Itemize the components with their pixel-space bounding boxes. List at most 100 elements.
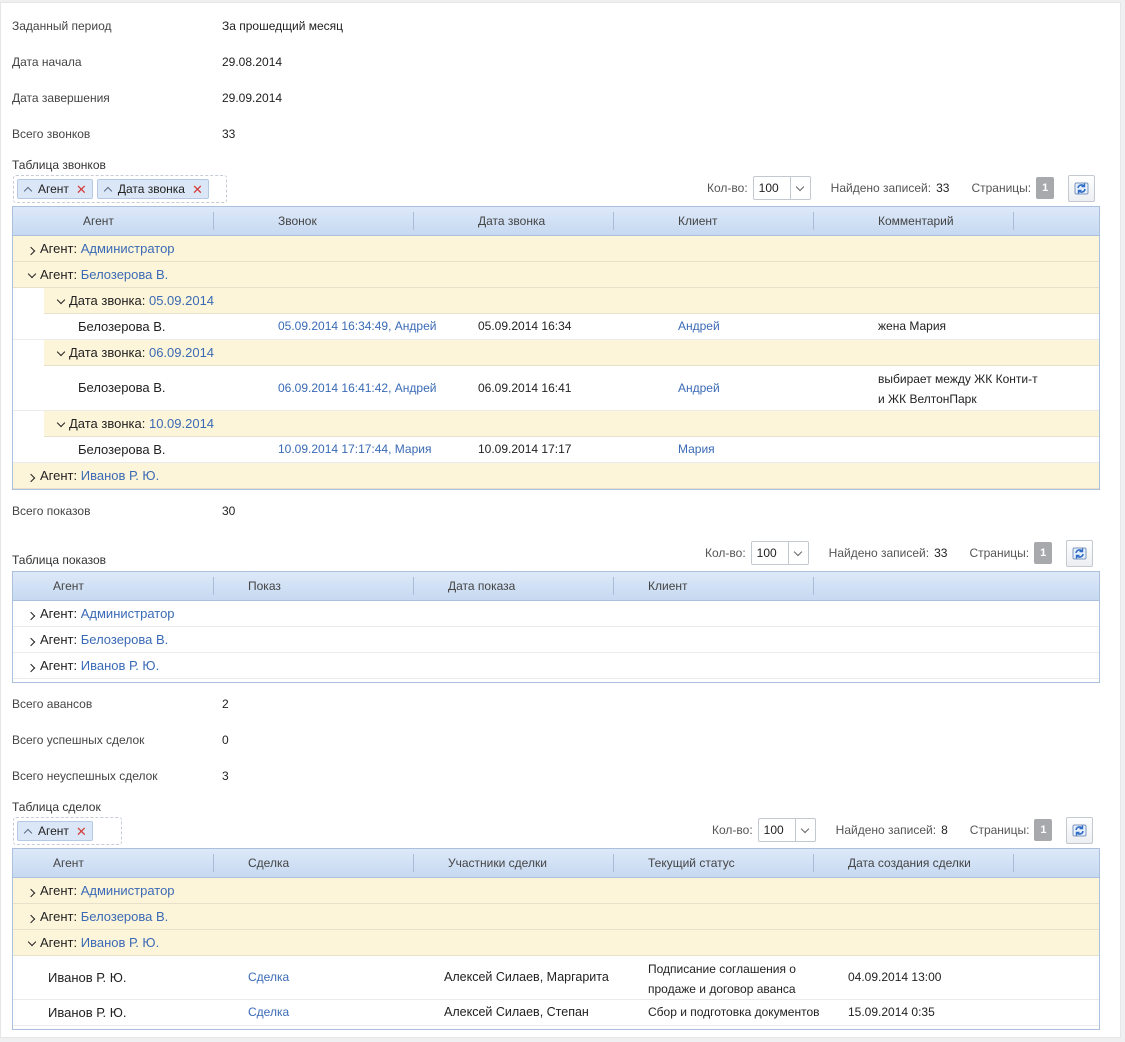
comment-cell: жена Мария xyxy=(878,319,947,333)
chevron-right-icon[interactable] xyxy=(27,470,37,484)
table-row[interactable]: Белозерова В. 05.09.2014 16:34:49, Андре… xyxy=(13,314,1099,340)
group-row[interactable]: Агент: Администратор xyxy=(13,601,1099,627)
pages-label: Страницы: xyxy=(969,823,1030,837)
group-row[interactable]: Агент: Администратор xyxy=(13,236,1099,262)
column-header-created[interactable]: Дата создания сделки xyxy=(848,849,971,877)
group-row[interactable]: Агент: Белозерова В. xyxy=(13,627,1099,653)
column-header-agent[interactable]: Агент xyxy=(53,572,84,600)
column-header-members[interactable]: Участники сделки xyxy=(448,849,547,877)
client-cell[interactable]: Андрей xyxy=(678,366,720,410)
refresh-button[interactable] xyxy=(1066,539,1094,567)
chevron-down-icon[interactable] xyxy=(789,177,810,199)
chevron-right-icon[interactable] xyxy=(27,660,37,674)
chevron-down-icon[interactable] xyxy=(56,418,66,432)
close-icon[interactable]: ✕ xyxy=(76,183,87,196)
chevron-down-icon[interactable] xyxy=(56,347,66,361)
chevron-down-icon[interactable] xyxy=(27,269,37,283)
group-chip-call-date[interactable]: Дата звонка ✕ xyxy=(96,179,209,199)
deal-cell[interactable]: Сделка xyxy=(248,956,289,999)
chip-label: Агент xyxy=(38,824,69,838)
members-cell[interactable]: Алексей Силаев, Степан xyxy=(444,1000,589,1025)
chevron-right-icon[interactable] xyxy=(27,243,37,257)
table-row[interactable]: Белозерова В. 06.09.2014 16:41:42, Андре… xyxy=(13,366,1099,411)
table-row[interactable]: Иванов Р. Ю. Сделка Алексей Силаев, Марг… xyxy=(13,956,1099,1000)
qty-select[interactable]: 100 xyxy=(750,541,809,565)
group-row[interactable]: Агент: Администратор xyxy=(13,878,1099,904)
sort-up-icon[interactable] xyxy=(103,186,113,195)
deal-cell[interactable]: Сделка xyxy=(248,1000,289,1025)
subgroup-row[interactable]: Дата звонка: 05.09.2014 xyxy=(44,288,1099,314)
table-row[interactable]: Иванов Р. Ю. Сделка Алексей Силаев, Степ… xyxy=(13,1000,1099,1026)
chevron-right-icon[interactable] xyxy=(27,911,37,925)
group-row[interactable]: Агент: Иванов Р. Ю. xyxy=(13,463,1099,489)
pages-label: Страницы: xyxy=(969,546,1030,560)
qty-select[interactable]: 100 xyxy=(752,176,811,200)
column-header-agent[interactable]: Агент xyxy=(83,207,114,235)
deals-grid: Агент Сделка Участники сделки Текущий ст… xyxy=(12,848,1100,1030)
sort-up-icon[interactable] xyxy=(23,828,33,837)
chevron-down-icon[interactable] xyxy=(794,819,815,841)
table-row[interactable]: Белозерова В. 10.09.2014 17:17:44, Мария… xyxy=(13,437,1099,463)
chevron-down-icon[interactable] xyxy=(787,542,808,564)
subgroup-row[interactable]: Дата звонка: 10.09.2014 xyxy=(44,411,1099,437)
shows-table-title: Таблица показов xyxy=(12,553,107,567)
qty-label: Кол-во: xyxy=(707,181,748,195)
refresh-icon xyxy=(1074,182,1089,194)
page-button[interactable]: 1 xyxy=(1036,177,1055,199)
close-icon[interactable]: ✕ xyxy=(192,183,203,196)
page-button[interactable]: 1 xyxy=(1034,542,1053,564)
agent-cell[interactable]: Белозерова В. xyxy=(78,314,166,339)
chevron-down-icon[interactable] xyxy=(27,937,37,951)
close-icon[interactable]: ✕ xyxy=(76,825,87,838)
grid-header: Агент Показ Дата показа Клиент xyxy=(13,572,1099,601)
agent-cell[interactable]: Иванов Р. Ю. xyxy=(48,956,126,999)
end-date-label: Дата завершения xyxy=(12,91,110,105)
call-date-cell: 06.09.2014 16:41 xyxy=(478,381,572,395)
refresh-button[interactable] xyxy=(1066,816,1094,844)
group-row[interactable]: Агент: Белозерова В. xyxy=(13,262,1099,288)
call-cell[interactable]: 06.09.2014 16:41:42, Андрей xyxy=(278,366,436,410)
client-cell[interactable]: Андрей xyxy=(678,314,720,339)
subgroup-row[interactable]: Дата звонка: 06.09.2014 xyxy=(44,340,1099,366)
page-button[interactable]: 1 xyxy=(1034,819,1053,841)
group-chip-agent[interactable]: Агент ✕ xyxy=(17,179,93,199)
group-row[interactable]: Агент: Белозерова В. xyxy=(13,904,1099,930)
call-date-cell: 05.09.2014 16:34 xyxy=(478,319,572,333)
column-header-comment[interactable]: Комментарий xyxy=(878,207,954,235)
call-cell[interactable]: 10.09.2014 17:17:44, Мария xyxy=(278,437,431,462)
qty-select[interactable]: 100 xyxy=(757,818,816,842)
successful-deals-value: 0 xyxy=(222,733,229,747)
group-row[interactable]: Агент: Иванов Р. Ю. xyxy=(13,653,1099,679)
qty-label: Кол-во: xyxy=(712,823,753,837)
chevron-down-icon[interactable] xyxy=(56,295,66,309)
refresh-icon xyxy=(1072,824,1087,836)
end-date-value: 29.09.2014 xyxy=(222,91,283,105)
agent-cell[interactable]: Белозерова В. xyxy=(78,437,166,462)
refresh-button[interactable] xyxy=(1068,174,1096,202)
column-header-show-date[interactable]: Дата показа xyxy=(448,572,515,600)
column-header-agent[interactable]: Агент xyxy=(53,849,84,877)
client-cell[interactable]: Мария xyxy=(678,437,715,462)
qty-label: Кол-во: xyxy=(705,546,746,560)
status-cell: Подписание соглашения о продаже и договор… xyxy=(648,962,796,996)
sort-up-icon[interactable] xyxy=(23,186,33,195)
group-row[interactable]: Агент: Иванов Р. Ю. xyxy=(13,930,1099,956)
column-header-client[interactable]: Клиент xyxy=(678,207,718,235)
group-chip-agent[interactable]: Агент ✕ xyxy=(17,821,93,841)
deals-toolbar: Кол-во: 100 Найдено записей: 8 Страницы:… xyxy=(712,816,1094,844)
qty-value: 100 xyxy=(756,546,777,560)
column-header-client[interactable]: Клиент xyxy=(648,572,688,600)
chevron-right-icon[interactable] xyxy=(27,634,37,648)
column-header-call[interactable]: Звонок xyxy=(278,207,317,235)
deals-grouping-panel: Агент ✕ xyxy=(13,817,122,845)
agent-cell[interactable]: Иванов Р. Ю. xyxy=(48,1000,126,1025)
call-cell[interactable]: 05.09.2014 16:34:49, Андрей xyxy=(278,314,436,339)
column-header-status[interactable]: Текущий статус xyxy=(648,849,735,877)
column-header-call-date[interactable]: Дата звонка xyxy=(478,207,545,235)
column-header-show[interactable]: Показ xyxy=(248,572,281,600)
members-cell[interactable]: Алексей Силаев, Маргарита xyxy=(444,956,609,999)
chevron-right-icon[interactable] xyxy=(27,885,37,899)
column-header-deal[interactable]: Сделка xyxy=(248,849,289,877)
chevron-right-icon[interactable] xyxy=(27,608,37,622)
agent-cell[interactable]: Белозерова В. xyxy=(78,366,166,410)
